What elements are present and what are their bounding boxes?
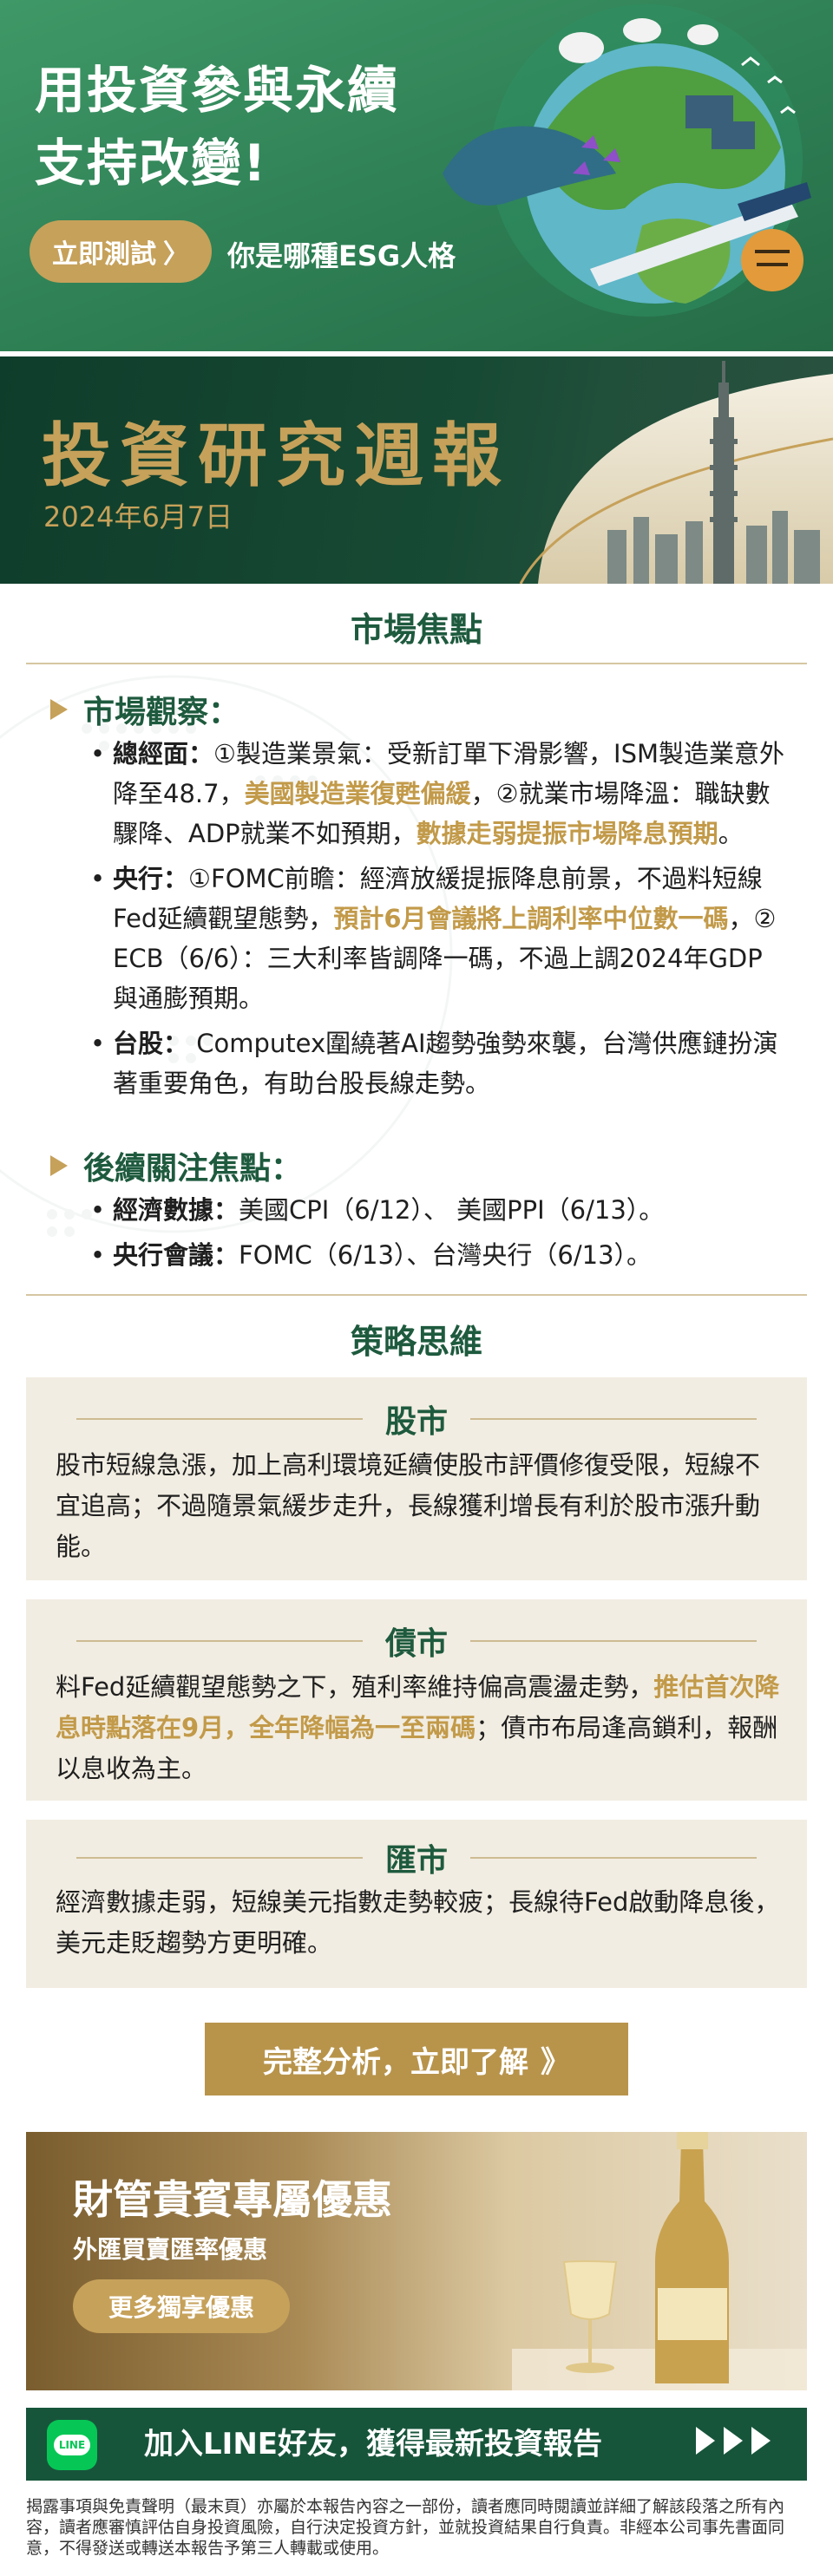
list-item: 總經面：①製造業景氣：受新訂單下滑影響，ISM製造業意外降至48.7，美國製造業… [90, 734, 784, 853]
card-header-line [470, 1857, 757, 1859]
list-item-label: 央行會議： [113, 1240, 239, 1270]
card-text: 料Fed延續觀望態勢之下，殖利率維持偏高震盪走勢， [56, 1672, 654, 1702]
card-header-line [470, 1640, 757, 1642]
list-item: 台股： Computex圍繞著AI趨勢強勢來襲，台灣供應鏈扮演著重要角色，有助台… [90, 1023, 784, 1103]
card-text: 經濟數據走弱，短線美元指數走勢較疲；長線待Fed啟動降息後，美元走貶趨勢方更明確… [56, 1887, 780, 1958]
card-body: 料Fed延續觀望態勢之下，殖利率維持偏高震盪走勢，推估首次降息時點落在9月，全年… [56, 1667, 781, 1789]
line-bar-label: 加入LINE好友，獲得最新投資報告 [144, 2427, 602, 2462]
list-item: 央行：①FOMC前瞻：經濟放緩提振降息前景，不過料短線Fed延續觀望態勢，預計6… [90, 859, 784, 1018]
followup-heading: 後續關注焦點： [50, 1143, 302, 1188]
strategy-divider [26, 1294, 807, 1296]
card-header-line [75, 1857, 363, 1859]
line-add-friend-bar[interactable]: LINE 加入LINE好友，獲得最新投資報告 [26, 2408, 807, 2481]
line-app-icon: LINE [47, 2420, 97, 2470]
card-title: 債市 [384, 1626, 448, 1662]
market-observation-list: 總經面：①製造業景氣：受新訂單下滑影響，ISM製造業意外降至48.7，美國製造業… [90, 734, 784, 1108]
promo-title: 財管貴賓專屬優惠 [73, 2176, 392, 2223]
list-item: 經濟數據：美國CPI（6/12）、 美國PPI（6/13）。 [90, 1190, 784, 1230]
triple-arrow-icon [696, 2427, 771, 2455]
report-date: 2024年6月7日 [43, 500, 233, 533]
full-analysis-button[interactable]: 完整分析，立即了解 》 [205, 2023, 628, 2095]
esg-test-button-label: 立即測試 [52, 239, 156, 270]
card-title: 股市 [384, 1404, 448, 1440]
list-item-label: 台股： [113, 1029, 189, 1058]
taipei-skyline-illustration [519, 361, 833, 584]
esg-banner-subtitle: 你是哪種ESG人格 [227, 239, 456, 272]
esg-banner[interactable]: 用投資參與永續 支持改變! 立即測試 〉 你是哪種ESG人格 [0, 0, 833, 351]
full-analysis-button-label: 完整分析，立即了解 [263, 2044, 528, 2080]
followup-title: 後續關注焦點： [83, 1151, 303, 1187]
list-item: 央行會議：FOMC（6/13）、台灣央行（6/13）。 [90, 1235, 784, 1275]
list-item-text: 美國CPI（6/12）、 美國PPI（6/13）。 [239, 1195, 665, 1225]
list-item-label: 經濟數據： [113, 1195, 239, 1225]
list-item-text: FOMC（6/13）、台灣央行（6/13）。 [239, 1240, 653, 1270]
market-observation-title: 市場觀察： [83, 695, 240, 730]
highlight-text: 數據走弱提振市場降息預期 [416, 819, 718, 848]
triangle-bullet-icon [50, 1155, 68, 1176]
list-item-label: 總經面： [113, 739, 214, 768]
card-header-line [470, 1418, 757, 1420]
card-header-line [75, 1418, 363, 1420]
highlight-text: 預計6月會議將上調利率中位數一碼 [333, 904, 729, 933]
esg-banner-title: 用投資參與永續 支持改變! [35, 54, 399, 199]
card-text: 股市短線急漲，加上高利環境延續使股市評價修復受限，短線不宜追高；不過隨景氣緩步走… [56, 1450, 761, 1561]
card-body: 經濟數據走弱，短線美元指數走勢較疲；長線待Fed啟動降息後，美元走貶趨勢方更明確… [56, 1882, 781, 1964]
double-chevron-right-icon: 》 [541, 2044, 570, 2080]
stock-market-card: 股市 股市短線急漲，加上高利環境延續使股市評價修復受限，短線不宜追高；不過隨景氣… [26, 1377, 807, 1580]
bond-market-card: 債市 料Fed延續觀望態勢之下，殖利率維持偏高震盪走勢，推估首次降息時點落在9月… [26, 1599, 807, 1801]
fx-market-card: 匯市 經濟數據走弱，短線美元指數走勢較疲；長線待Fed啟動降息後，美元走貶趨勢方… [26, 1820, 807, 1988]
list-item-text: Computex圍繞著AI趨勢強勢來襲，台灣供應鏈扮演著重要角色，有助台股長線走… [113, 1029, 778, 1098]
highlight-text: 美國製造業復甦偏緩 [244, 779, 471, 808]
card-header: 匯市 [26, 1835, 807, 1880]
esg-test-button[interactable]: 立即測試 〉 [30, 220, 212, 283]
card-title: 匯市 [384, 1843, 448, 1879]
champagne-illustration [512, 2132, 807, 2390]
market-focus-divider [26, 663, 807, 664]
strategy-heading: 策略思維 [350, 1323, 482, 1361]
esg-title-line2: 支持改變! [35, 134, 268, 193]
esg-title-line1: 用投資參與永續 [35, 61, 400, 120]
disclaimer-text: 揭露事項與免責聲明（最末頁）亦屬於本報告內容之一部份，讀者應同時閱讀並詳細了解該… [26, 2497, 785, 2558]
report-title: 投資研究週報 [42, 415, 510, 496]
line-icon-text: LINE [53, 2435, 91, 2455]
eco-globe-illustration [443, 4, 811, 317]
card-header-line [75, 1640, 363, 1642]
card-header: 債市 [26, 1618, 807, 1664]
card-header: 股市 [26, 1396, 807, 1442]
followup-list: 經濟數據：美國CPI（6/12）、 美國PPI（6/13）。 央行會議：FOMC… [90, 1190, 784, 1280]
list-item-text: 。 [718, 819, 744, 848]
list-item-label: 央行： [113, 864, 189, 893]
chevron-right-icon: 〉 [163, 239, 189, 270]
more-offers-button[interactable]: 更多獨享優惠 [73, 2279, 290, 2333]
promo-subtitle: 外匯買賣匯率優惠 [73, 2235, 268, 2264]
report-header: 投資研究週報 2024年6月7日 [0, 356, 833, 584]
triangle-bullet-icon [50, 699, 68, 720]
vip-promo-banner[interactable]: 財管貴賓專屬優惠 外匯買賣匯率優惠 更多獨享優惠 [26, 2132, 807, 2390]
card-body: 股市短線急漲，加上高利環境延續使股市評價修復受限，短線不宜追高；不過隨景氣緩步走… [56, 1445, 781, 1567]
newsletter-page: 用投資參與永續 支持改變! 立即測試 〉 你是哪種ESG人格 投資研究週報 20… [0, 0, 833, 2576]
market-observation-heading: 市場觀察： [50, 687, 239, 732]
market-focus-heading: 市場焦點 [350, 611, 482, 649]
